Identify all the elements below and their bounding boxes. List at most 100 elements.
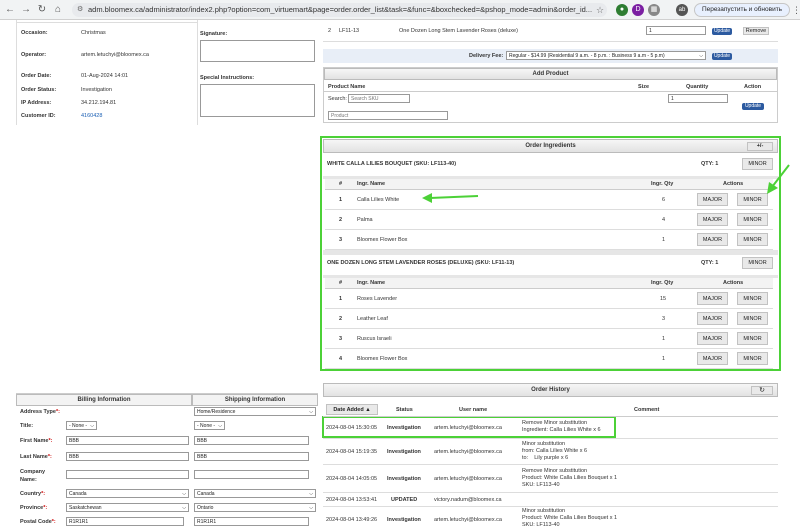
extension-green-icon[interactable]: ● [616,4,628,16]
col-quantity: Quantity [686,84,709,90]
forward-arrow-icon[interactable]: → [20,4,32,16]
title-label: Title: [20,423,34,429]
add-qty-input[interactable]: 1 [668,94,728,103]
history-status: Investigation [387,476,421,482]
history-date: 2024-08-04 15:30:05 [326,425,378,431]
home-icon[interactable]: ⌂ [52,4,64,16]
billing-postal-code-input[interactable]: R1R1R1 [66,517,184,526]
sort-date-added-button[interactable]: Date Added ▲ [326,404,378,415]
annotation-arrow-diagonal-icon [767,164,790,194]
history-comment-line3: SKU: LF113-40 [522,482,560,488]
refresh-history-icon[interactable]: ↻ [751,386,773,395]
address-type-label: Address Type*: [20,409,60,415]
history-row: 2024-08-04 15:30:05 Investigation artem.… [323,417,778,439]
product-remove-button[interactable]: Remove [743,27,769,35]
history-comment-line1: Minor substitution [522,508,566,514]
operator-label: Operator: [21,52,47,58]
first-name-label: First Name*: [20,438,53,444]
postal-code-label: Postal Code*: [20,519,56,525]
col-status: Status [396,407,413,413]
product-row: 2 LF11-13 One Dozen Long Stem Lavender R… [323,20,778,42]
province-label: Province*: [20,505,48,511]
occasion-label: Occasion: [21,30,48,36]
search-sku-input[interactable]: Search SKU [348,94,410,103]
country-label: Country*: [20,491,46,497]
history-comment-line2: Ingredient: Calla Lilies White x 6 [522,427,601,433]
billing-title-select[interactable]: - None - [66,421,97,430]
shipping-province-select[interactable]: Ontario [194,503,316,512]
address-bar[interactable]: ⚙ adm.bloomex.ca/administrator/index2.ph… [72,3,607,17]
add-product-update-button[interactable]: Update [742,103,764,110]
order-history-title: Order History [323,383,778,397]
billing-country-select[interactable]: Canada [66,489,189,498]
history-date: 2024-08-04 15:19:35 [326,449,378,455]
order-info-panel: Occasion: Christmas Operator: artem.letu… [16,20,316,125]
col-action: Action [744,84,762,90]
history-comment-line1: Minor substitution [522,441,566,447]
signature-textarea[interactable] [200,40,315,62]
history-date: 2024-08-04 13:49:26 [326,517,378,523]
billing-last-name-input[interactable]: BBB [66,452,189,461]
product-qty-input[interactable]: 1 [646,26,706,35]
delivery-fee-label: Delivery Fee: [469,53,504,59]
shipping-postal-code-input[interactable]: R1R1R1 [194,517,309,526]
product-row-number: 2 [328,28,332,34]
annotation-arrow-left-icon [422,193,479,203]
special-instructions-textarea[interactable] [200,84,315,117]
shipping-last-name-input[interactable]: BBB [194,452,309,461]
delivery-fee-select[interactable]: Regular - $14.99 (Residential 9 a.m. - 8… [506,51,706,60]
back-arrow-icon[interactable]: ← [4,4,16,16]
add-product-title: Add Product [324,68,777,80]
billing-first-name-input[interactable]: BBB [66,436,189,445]
shipping-company-input[interactable] [194,470,309,479]
profile-avatar[interactable]: ab [676,4,688,16]
history-status: Investigation [387,425,421,431]
ip-address-value: 34.212.194.81 [81,100,117,106]
order-status-label: Order Status: [21,87,57,93]
special-instructions-label: Special Instructions: [200,75,255,81]
history-comment-line2: from: Calla Lilies White x 6 [522,448,588,454]
billing-shipping-panel: Billing Information Shipping Information… [16,393,318,528]
product-row-name: One Dozen Long Stem Lavender Roses (delu… [399,28,518,34]
occasion-value: Christmas [81,30,106,36]
billing-company-input[interactable] [66,470,189,479]
history-status: Investigation [387,449,421,455]
reload-icon[interactable]: ↻ [36,4,48,16]
extensions-puzzle-icon[interactable]: ▦ [648,4,660,16]
delivery-update-button[interactable]: Update [712,53,732,60]
history-user: artem.letuchyi@bloomex.ca [434,476,502,482]
history-user: artem.letuchyi@bloomex.ca [434,449,502,455]
shipping-country-select[interactable]: Canada [194,489,316,498]
operator-value: artem.letuchyi@bloomex.ca [81,52,149,58]
last-name-label: Last Name*: [20,454,52,460]
order-date-value: 01-Aug-2024 14:01 [81,73,129,79]
add-product-panel: Add Product Product Name Size Quantity A… [323,67,778,123]
company-name-label: Company Name: [20,469,46,483]
history-comment-line1: Remove Minor substitution [522,468,588,474]
product-update-button[interactable]: Update [712,28,732,35]
history-comment-line3: SKU: LF113-40 [522,522,560,528]
delivery-fee-bar: Delivery Fee: Regular - $14.99 (Resident… [323,49,778,63]
history-row: 2024-08-04 15:19:35 Investigation artem.… [323,439,778,465]
product-input[interactable]: Product [328,111,448,120]
history-row: 2024-08-04 13:49:26 Investigation artem.… [323,507,778,528]
url-text: adm.bloomex.ca/administrator/index2.php?… [88,5,593,14]
shipping-info-title: Shipping Information [192,394,318,406]
browser-menu-icon[interactable]: ⋮ [792,4,800,16]
customer-id-link[interactable]: 4160428 [81,113,102,119]
order-date-label: Order Date: [21,73,52,79]
shipping-address-type-select[interactable]: Home/Residence [194,407,316,416]
history-status: UPDATED [391,497,418,503]
order-history-panel: Order History ↻ Date Added ▲ Status User… [323,383,778,528]
history-comment-line2: Product: White Calla Lilies Bouquet x 1 [522,515,618,521]
col-user-name: User name [459,407,488,413]
restart-update-button[interactable]: Перезапустить и обновить [694,3,790,17]
bookmark-star-icon[interactable]: ☆ [596,4,604,16]
shipping-title-select[interactable]: - None - [194,421,225,430]
col-product-name: Product Name [328,84,366,90]
shipping-first-name-input[interactable]: BBB [194,436,309,445]
extension-d-icon[interactable]: D [632,4,644,16]
site-info-icon[interactable]: ⚙ [77,3,83,17]
billing-province-select[interactable]: Saskatchewan [66,503,189,512]
history-comment-line2: Product: White Calla Lilies Bouquet x 1 [522,475,618,481]
